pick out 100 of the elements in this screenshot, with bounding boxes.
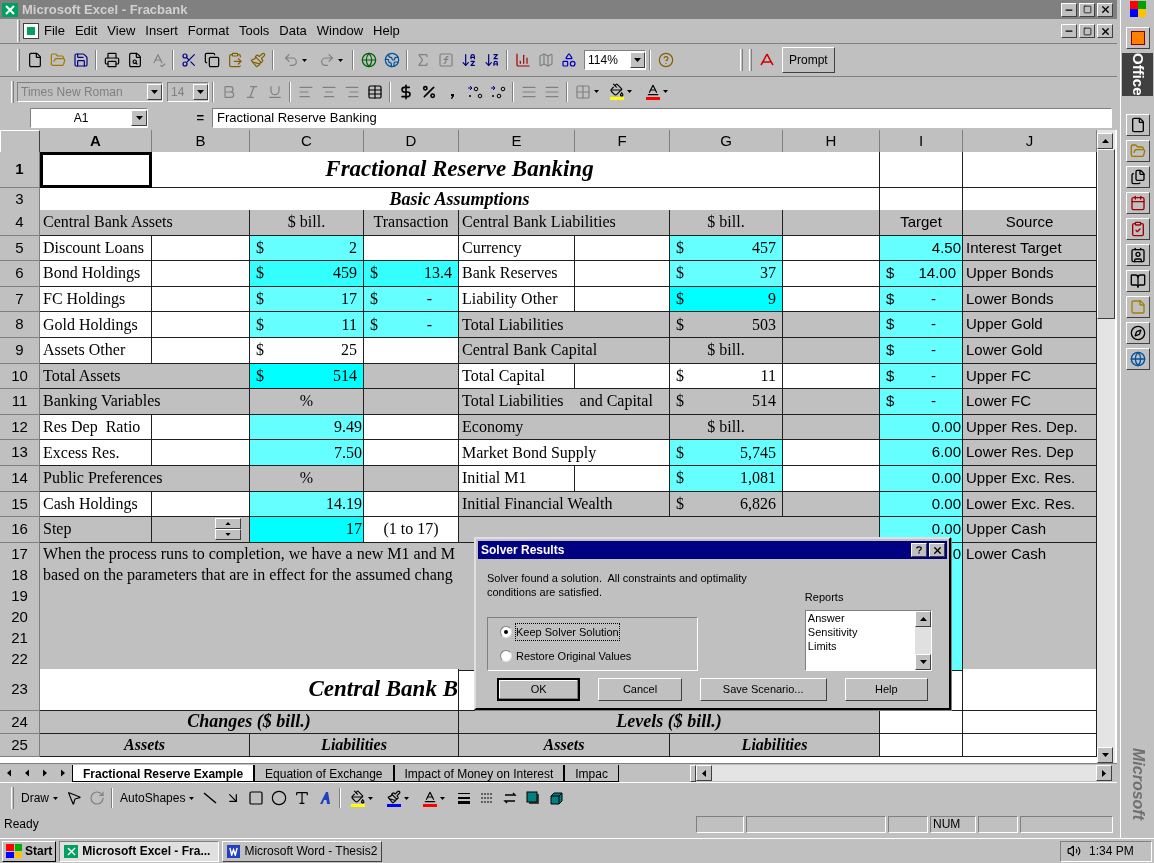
column-header[interactable]: F <box>575 130 670 154</box>
column-header[interactable]: A <box>40 130 152 154</box>
close-button[interactable] <box>1097 2 1113 17</box>
minimize-button[interactable] <box>1061 24 1077 38</box>
column-header[interactable]: H <box>783 130 880 154</box>
list-item[interactable]: Limits <box>807 638 915 653</box>
row-header[interactable]: 25 <box>0 733 40 758</box>
report-list[interactable]: Answer Sensitivity Limits <box>804 609 932 671</box>
list-item[interactable]: Sensitivity <box>807 624 915 639</box>
sheet-tab[interactable]: Fractional Reserve Example <box>72 764 255 782</box>
scroll-right-button[interactable] <box>1096 765 1112 781</box>
row-header[interactable]: 14 <box>0 465 40 492</box>
row-header[interactable]: 7 <box>0 286 40 313</box>
files-icon[interactable] <box>1125 165 1150 188</box>
row-header[interactable]: 8 <box>0 312 40 338</box>
scroll-up-button[interactable] <box>915 610 931 627</box>
menu-item[interactable]: Window <box>311 21 369 41</box>
spin-down-button[interactable] <box>215 529 241 541</box>
spin-up-button[interactable] <box>215 518 241 530</box>
column-header[interactable]: D <box>364 130 459 154</box>
scroll-left-button[interactable] <box>696 765 712 781</box>
radio-option[interactable]: Keep Solver Solution <box>500 623 697 640</box>
prompt-button[interactable]: Prompt <box>782 47 835 73</box>
autoshapes-menu-button[interactable]: AutoShapes <box>116 787 199 809</box>
row-header[interactable]: 6 <box>0 261 40 287</box>
scroll-down-button[interactable] <box>915 653 931 670</box>
speaker-icon[interactable] <box>1067 844 1081 858</box>
dialog-button[interactable]: OK <box>497 678 581 701</box>
menu-item[interactable]: Help <box>368 21 405 41</box>
redo-icon <box>319 52 335 68</box>
file-icon[interactable] <box>1125 113 1150 136</box>
taskbar-button[interactable]: Microsoft Word - Thesis2 <box>222 840 383 862</box>
menu-item[interactable]: Edit <box>69 21 103 41</box>
radio-option[interactable]: Restore Original Values <box>500 648 697 665</box>
cell-value: - <box>931 391 936 412</box>
radio-button[interactable] <box>500 625 512 638</box>
workbook-icon[interactable] <box>23 23 39 39</box>
close-button[interactable] <box>929 543 945 557</box>
formula-field[interactable]: Fractional Reserve Banking <box>212 108 1112 128</box>
name-box[interactable]: A1 <box>30 108 148 128</box>
menu-item[interactable]: View <box>102 21 141 41</box>
scroll-thumb[interactable] <box>1097 149 1115 319</box>
radio-button[interactable] <box>500 650 512 663</box>
draw-menu-button[interactable]: Draw <box>17 787 62 809</box>
globe-icon[interactable] <box>1125 347 1150 370</box>
caret-down-icon <box>338 58 343 62</box>
start-button[interactable]: Start <box>2 840 57 862</box>
minimize-button[interactable] <box>1061 2 1077 17</box>
row-header[interactable]: 1 <box>0 152 40 188</box>
restore-button[interactable] <box>1079 2 1095 17</box>
horizontal-scrollbar[interactable] <box>696 765 1112 781</box>
list-item[interactable]: Answer <box>807 610 915 625</box>
menu-item[interactable]: Data <box>274 21 312 41</box>
contact-card-icon[interactable] <box>1125 243 1150 266</box>
sheet-tab[interactable]: Equation of Exchange <box>254 764 394 782</box>
row-header[interactable]: 15 <box>0 491 40 518</box>
list-scrollbar[interactable] <box>915 610 931 670</box>
scroll-up-button[interactable] <box>1097 133 1113 149</box>
menu-item[interactable]: Insert <box>140 21 183 41</box>
select-all-corner[interactable] <box>0 130 40 154</box>
column-header[interactable]: B <box>152 130 250 154</box>
column-header[interactable]: I <box>880 130 963 154</box>
row-header[interactable]: 13 <box>0 440 40 466</box>
dialog-button[interactable]: Help <box>844 678 928 701</box>
row-header[interactable]: 11 <box>0 389 40 415</box>
vertical-scrollbar[interactable] <box>1097 130 1115 763</box>
menu-item[interactable]: Format <box>182 21 234 41</box>
row-header[interactable]: 5 <box>0 235 40 262</box>
taskbar-button[interactable]: Microsoft Excel - Fra... <box>59 840 220 862</box>
dialog-button[interactable]: Save Scenario... <box>699 678 827 701</box>
sheet-tab[interactable]: Impact of Money on Interest <box>393 764 565 782</box>
restore-button[interactable] <box>1079 24 1095 38</box>
help-button[interactable] <box>911 543 927 557</box>
row-header[interactable]: 12 <box>0 414 40 441</box>
row-header[interactable]: 23 <box>0 668 40 711</box>
row-header[interactable]: 10 <box>0 363 40 390</box>
row-header[interactable]: 24 <box>0 710 40 735</box>
row-header[interactable]: 4 <box>0 210 40 236</box>
column-header[interactable]: E <box>459 130 575 154</box>
clipboard-check-icon[interactable] <box>1125 217 1150 240</box>
menu-item[interactable]: File <box>39 21 70 41</box>
calendar-icon[interactable] <box>1125 191 1150 214</box>
row-header[interactable]: 16 <box>0 517 40 543</box>
dialog-button[interactable]: Cancel <box>598 678 682 701</box>
scroll-down-button[interactable] <box>1097 747 1113 763</box>
dialog-title: Solver Results <box>481 542 565 559</box>
zoom-dropdown[interactable]: 114% <box>584 50 646 70</box>
row-header[interactable]: 9 <box>0 337 40 364</box>
sheet-tab[interactable]: Impac <box>564 764 619 782</box>
menu-item[interactable]: Tools <box>234 21 275 41</box>
close-button[interactable] <box>1097 24 1113 38</box>
folder-icon[interactable] <box>1125 139 1150 162</box>
office-menu-icon[interactable] <box>1125 27 1150 49</box>
column-header[interactable]: J <box>963 130 1097 154</box>
column-header[interactable]: G <box>670 130 783 154</box>
compass-icon[interactable] <box>1125 321 1150 344</box>
note-icon[interactable] <box>1125 295 1150 318</box>
row-header[interactable]: 3 <box>0 188 40 212</box>
column-header[interactable]: C <box>250 130 364 154</box>
book-icon[interactable] <box>1125 269 1150 292</box>
